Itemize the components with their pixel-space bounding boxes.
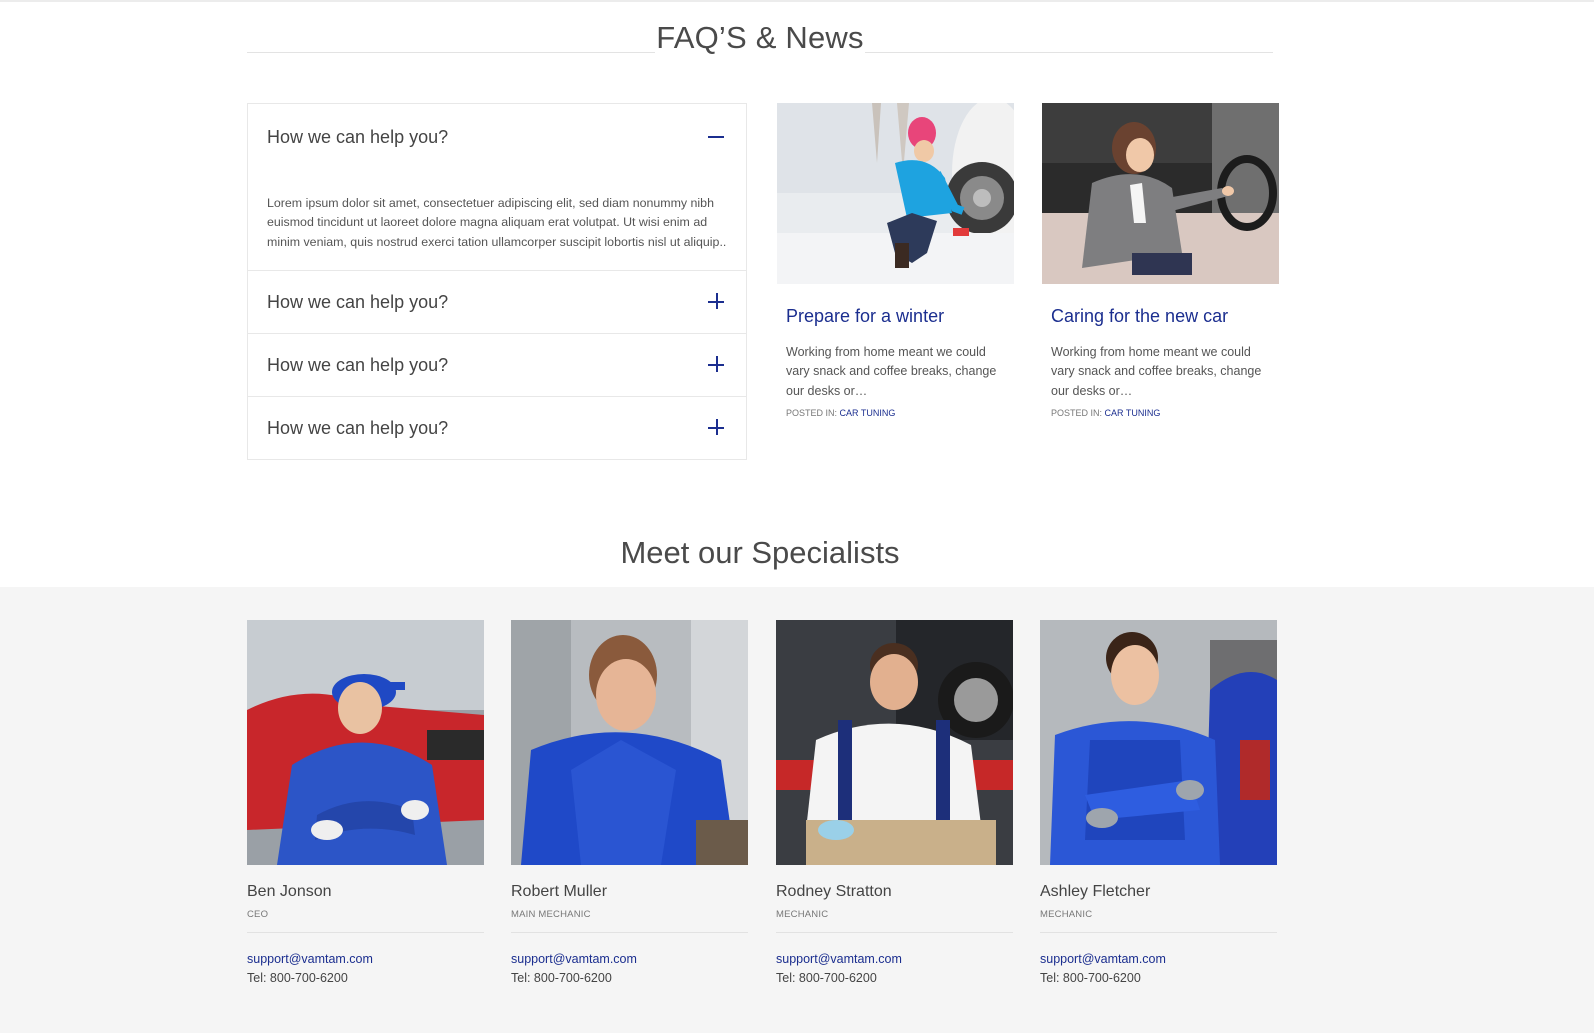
news-card: Prepare for a winter Working from home m… [777, 103, 1014, 418]
faq-item: How we can help you? [248, 333, 746, 396]
faq-accordion: How we can help you? Lorem ipsum dolor s… [247, 103, 747, 460]
faq-item: How we can help you? [248, 396, 746, 459]
faq-question[interactable]: How we can help you? [248, 334, 746, 396]
top-divider [0, 0, 1594, 2]
news-meta: POSTED IN: CAR TUNING [1042, 408, 1279, 418]
faq-item: How we can help you? [248, 270, 746, 333]
heading-rule-left [247, 52, 655, 53]
member-photo[interactable] [247, 620, 484, 865]
member-role: MAIN MECHANIC [511, 909, 591, 920]
member-name: Rodney Stratton [776, 883, 892, 900]
member-phone: Tel: 800-700-6200 [776, 971, 877, 985]
news-excerpt: Working from home meant we could vary sn… [1051, 345, 1262, 398]
member-divider [247, 932, 484, 933]
plus-icon[interactable] [706, 291, 726, 311]
member-phone: Tel: 800-700-6200 [511, 971, 612, 985]
member-name: Robert Muller [511, 883, 608, 900]
faq-question[interactable]: How we can help you? [248, 271, 746, 333]
member-role: CEO [247, 909, 269, 920]
member-phone: Tel: 800-700-6200 [247, 971, 348, 985]
faq-item: How we can help you? Lorem ipsum dolor s… [248, 104, 746, 270]
specialists-heading: Meet our Specialists [247, 530, 1273, 576]
member-email-link[interactable]: support@vamtam.com [1040, 950, 1277, 969]
specialists-title: Meet our Specialists [620, 530, 900, 576]
heading-rule-right [865, 52, 1273, 53]
news-title[interactable]: Prepare for a winter [777, 303, 1014, 329]
news-card: Caring for the new car Working from home… [1042, 103, 1279, 418]
member-divider [511, 932, 748, 933]
member-email-link[interactable]: support@vamtam.com [511, 950, 748, 969]
news-excerpt: Working from home meant we could vary sn… [786, 345, 997, 398]
faq-answer: Lorem ipsum dolor sit amet, consectetuer… [267, 196, 727, 249]
team-member-card: Ashley Fletcher MECHANIC support@vamtam.… [1040, 620, 1277, 988]
member-role: MECHANIC [1040, 909, 1093, 920]
faq-question[interactable]: How we can help you? [248, 104, 746, 168]
team-member-card: Ben Jonson CEO support@vamtam.com Tel: 8… [247, 620, 484, 988]
news-meta: POSTED IN: CAR TUNING [777, 408, 1014, 418]
posted-label: POSTED IN: [1051, 408, 1103, 419]
team-member-card: Robert Muller MAIN MECHANIC support@vamt… [511, 620, 748, 988]
category-link[interactable]: CAR TUNING [840, 408, 896, 418]
member-name: Ashley Fletcher [1040, 883, 1151, 900]
member-photo[interactable] [511, 620, 748, 865]
plus-icon[interactable] [706, 354, 726, 374]
minus-icon[interactable] [706, 126, 726, 146]
news-title[interactable]: Caring for the new car [1042, 303, 1279, 329]
member-name: Ben Jonson [247, 883, 332, 900]
team-member-card: Rodney Stratton MECHANIC support@vamtam.… [776, 620, 1013, 988]
category-link[interactable]: CAR TUNING [1105, 408, 1161, 418]
member-photo[interactable] [1040, 620, 1277, 865]
member-divider [1040, 932, 1277, 933]
faq-question[interactable]: How we can help you? [248, 397, 746, 459]
member-email-link[interactable]: support@vamtam.com [247, 950, 484, 969]
winter-tire-photo[interactable] [777, 103, 1014, 284]
posted-label: POSTED IN: [786, 408, 838, 419]
member-divider [776, 932, 1013, 933]
member-email-link[interactable]: support@vamtam.com [776, 950, 1013, 969]
faq-news-title: FAQ’S & News [656, 16, 864, 60]
plus-icon[interactable] [706, 417, 726, 437]
member-phone: Tel: 800-700-6200 [1040, 971, 1141, 985]
faq-news-heading: FAQ’S & News [247, 16, 1273, 60]
member-role: MECHANIC [776, 909, 829, 920]
member-photo[interactable] [776, 620, 1013, 865]
woman-driving-photo[interactable] [1042, 103, 1279, 284]
